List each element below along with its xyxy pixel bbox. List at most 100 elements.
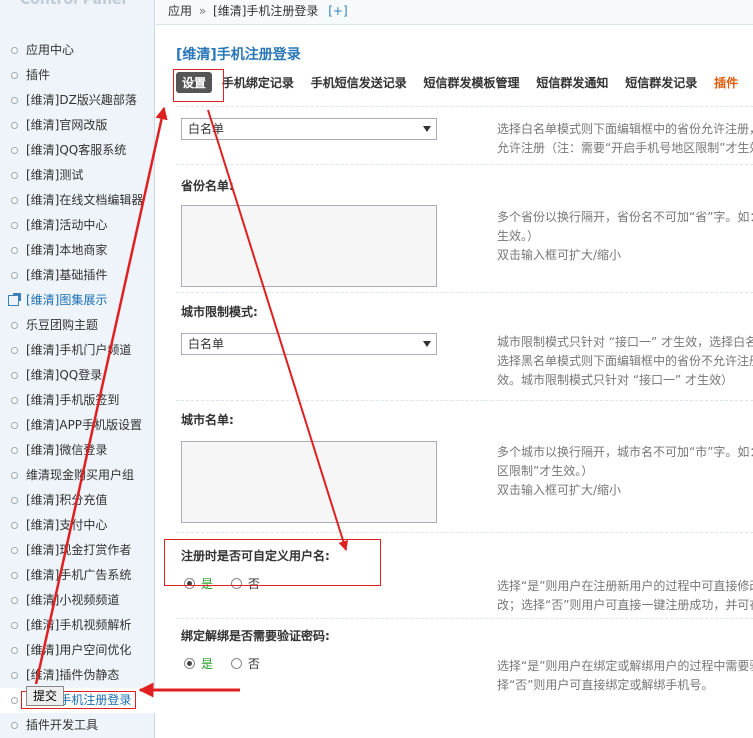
tab-bind-records[interactable]: 手机绑定记录 xyxy=(222,74,294,91)
bullet-icon xyxy=(11,247,18,254)
sidebar-item[interactable]: 乐豆团购主题 xyxy=(0,313,155,338)
sidebar-item[interactable]: [维清]现金打赏作者 xyxy=(0,538,155,563)
bind-password-help: 选择“是”则用户在绑定或解绑用户的过程中需要验 择“否”则用户可直接绑定或解绑手… xyxy=(497,657,753,695)
city-mode-label: 城市限制模式: xyxy=(181,305,258,319)
breadcrumb-separator: » xyxy=(198,4,207,18)
sidebar-item[interactable]: [维清]官网改版 xyxy=(0,113,155,138)
bullet-icon xyxy=(11,572,18,579)
sidebar-item[interactable]: [维清]基础插件 xyxy=(0,263,155,288)
province-list-row: 省份名单: 多个省份以换行隔开，省份名不可加“省”字。如： 生效。） 双击输入框… xyxy=(176,164,753,292)
sidebar-item[interactable]: [维清]插件伪静态 xyxy=(0,663,155,688)
tab-sms-history[interactable]: 短信群发记录 xyxy=(625,74,697,91)
help-line: 城市限制模式只针对 “接口一” 才生效，选择白名 xyxy=(497,335,753,349)
bullet-icon xyxy=(11,472,18,479)
annotation-box-tab xyxy=(173,69,224,102)
sidebar-item[interactable]: 维清现金购买用户组 xyxy=(0,463,155,488)
province-mode-value: 白名单 xyxy=(188,122,225,136)
bullet-icon xyxy=(11,622,18,629)
province-mode-select[interactable]: 白名单 xyxy=(181,118,437,140)
tab-sms-notify[interactable]: 短信群发通知 xyxy=(536,74,608,91)
tab-sms-templates[interactable]: 短信群发模板管理 xyxy=(424,74,520,91)
help-line: 生效。） xyxy=(497,229,540,243)
radio-yes-label[interactable]: 是 xyxy=(201,657,213,671)
custom-username-help: 选择“是”则用户在注册新用户的过程中可直接修改 改；选择“否”则用户可直接一键注… xyxy=(497,577,753,615)
sidebar-item-app-center[interactable]: 应用中心 xyxy=(0,38,155,63)
bullet-icon xyxy=(11,322,18,329)
sidebar-item-plugins[interactable]: 插件 xyxy=(0,63,155,88)
bullet-icon xyxy=(11,172,18,179)
province-list-label: 省份名单: xyxy=(181,179,234,193)
bullet-icon xyxy=(11,222,18,229)
sidebar-item[interactable]: [维清]手机广告系统 xyxy=(0,563,155,588)
sidebar-item[interactable]: [维清]积分充值 xyxy=(0,488,155,513)
radio-yes[interactable] xyxy=(184,658,195,669)
sidebar-item[interactable]: [维清]支付中心 xyxy=(0,513,155,538)
sidebar-item[interactable]: [维清]微信登录 xyxy=(0,438,155,463)
province-mode-row: 白名单 选择白名单模式则下面编辑框中的省份允许注册， 允许注册（注：需要“开启手… xyxy=(176,106,753,164)
bullet-icon xyxy=(11,672,18,679)
sidebar-item[interactable]: [维清]小视频频道 xyxy=(0,588,155,613)
help-line: 区限制”才生效。） xyxy=(497,464,594,478)
page-title: [维清]手机注册登录 xyxy=(176,47,301,63)
submit-button[interactable]: 提交 xyxy=(26,686,65,706)
bullet-icon xyxy=(11,47,18,54)
sidebar-item-mobile-login[interactable]: [维清]手机注册登录 xyxy=(0,688,155,713)
help-line: 双击输入框可扩大/缩小 xyxy=(497,483,622,497)
sidebar-item[interactable]: [维清]用户空间优化 xyxy=(0,638,155,663)
sidebar-item[interactable]: [维清]DZ版兴趣部落 xyxy=(0,88,155,113)
sidebar-item[interactable]: [维清]手机视频解析 xyxy=(0,613,155,638)
main-content: [维清]手机注册登录 设置 手机绑定记录 手机短信发送记录 短信群发模板管理 短… xyxy=(156,26,753,738)
help-line: 多个省份以换行隔开，省份名不可加“省”字。如： xyxy=(497,210,753,224)
sidebar-item[interactable]: [维清]QQ登录 xyxy=(0,363,155,388)
sidebar-item[interactable]: [维清]测试 xyxy=(0,163,155,188)
bullet-icon xyxy=(11,447,18,454)
bullet-icon xyxy=(11,272,18,279)
help-line: 效。城市限制模式只针对 “接口一” 才生效） xyxy=(497,373,734,387)
dropdown-arrow-icon xyxy=(423,126,431,132)
bullet-icon xyxy=(11,397,18,404)
sidebar-item[interactable]: [维清]APP手机版设置 xyxy=(0,413,155,438)
sidebar-item-gallery[interactable]: [维清]图集展示 xyxy=(0,288,155,313)
sidebar-item[interactable]: [维清]在线文档编辑器 xyxy=(0,188,155,213)
province-mode-help: 选择白名单模式则下面编辑框中的省份允许注册， 允许注册（注：需要“开启手机号地区… xyxy=(497,120,753,158)
bullet-icon xyxy=(11,72,18,79)
sidebar-brand: Control Panel xyxy=(20,0,127,8)
tab-sms-records[interactable]: 手机短信发送记录 xyxy=(311,74,407,91)
help-line: 允许注册（注：需要“开启手机号地区限制”才生效 xyxy=(497,141,753,155)
city-mode-value: 白名单 xyxy=(188,337,225,351)
add-shortcut-button[interactable]: [+] xyxy=(328,4,347,18)
bullet-icon xyxy=(11,497,18,504)
bullet-icon xyxy=(11,347,18,354)
bullet-icon xyxy=(11,597,18,604)
dropdown-arrow-icon xyxy=(423,341,431,347)
tab-plugin[interactable]: 插件 xyxy=(714,74,738,91)
sidebar-item[interactable]: [维清]手机版签到 xyxy=(0,388,155,413)
breadcrumb-current: [维清]手机注册登录 xyxy=(213,4,319,18)
help-line: 改；选择“否”则用户可直接一键注册成功，并可在 xyxy=(497,598,753,612)
bullet-icon xyxy=(11,97,18,104)
sidebar-item[interactable]: [维清]QQ客服系统 xyxy=(0,138,155,163)
bullet-icon xyxy=(11,522,18,529)
city-mode-select[interactable]: 白名单 xyxy=(181,333,437,355)
city-list-textarea[interactable] xyxy=(181,441,437,523)
bullet-icon xyxy=(11,197,18,204)
bullet-icon xyxy=(11,422,18,429)
radio-no[interactable] xyxy=(230,658,242,669)
sidebar-item[interactable]: [维清]手机门户频道 xyxy=(0,338,155,363)
sidebar-item[interactable]: [维清]本地商家 xyxy=(0,238,155,263)
help-line: 选择“是”则用户在注册新用户的过程中可直接修改 xyxy=(497,579,753,593)
province-list-textarea[interactable] xyxy=(181,205,437,287)
external-link-icon xyxy=(8,293,21,306)
help-line: 择“否”则用户可直接绑定或解绑手机号。 xyxy=(497,678,714,692)
sidebar-item[interactable]: [维清]活动中心 xyxy=(0,213,155,238)
bullet-icon xyxy=(11,147,18,154)
help-line: 双击输入框可扩大/缩小 xyxy=(497,248,622,262)
sidebar-item-dev-tools[interactable]: 插件开发工具 xyxy=(0,713,155,738)
tab-bar: 设置 手机绑定记录 手机短信发送记录 短信群发模板管理 短信群发通知 短信群发记… xyxy=(176,72,751,94)
breadcrumb-root[interactable]: 应用 xyxy=(168,4,192,18)
sidebar-menu: 应用中心 插件 [维清]DZ版兴趣部落 [维清]官网改版 [维清]QQ客服系统 … xyxy=(0,38,155,738)
city-mode-help: 城市限制模式只针对 “接口一” 才生效，选择白名 选择黑名单模式则下面编辑框中的… xyxy=(497,333,753,390)
radio-no-label[interactable]: 否 xyxy=(248,657,260,671)
city-list-help: 多个城市以换行隔开，城市名不可加“市”字。如： 区限制”才生效。） 双击输入框可… xyxy=(497,443,753,500)
bullet-icon xyxy=(11,547,18,554)
